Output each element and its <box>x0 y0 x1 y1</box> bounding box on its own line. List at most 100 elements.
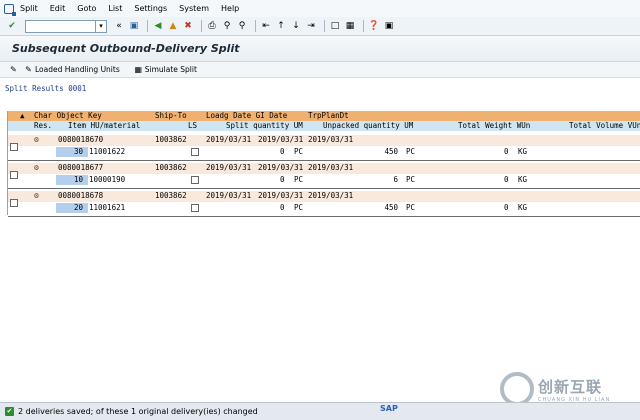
shortcut-icon[interactable]: ▦ <box>344 20 356 32</box>
item-highlight <box>56 147 88 157</box>
toolbar-separator <box>147 20 148 32</box>
loaded-handling-units-label: Loaded Handling Units <box>35 65 120 74</box>
col-total-volume: Total Volume VUn <box>569 121 640 130</box>
help-icon[interactable]: ❓ <box>368 20 380 32</box>
new-session-icon[interactable]: □ <box>329 20 341 32</box>
unpacked-quantity: 450 <box>384 203 398 212</box>
item-highlight <box>56 203 88 213</box>
edit-button[interactable]: ✎ <box>9 65 20 74</box>
ship-to: 1003862 <box>155 135 187 144</box>
standard-toolbar: ✔ ▾ « ▣ ◀ ▲ ✖ ⎙ ⚲ ⚲ ⇤ ↑ ↓ ⇥ □ ▦ ❓ ▣ <box>0 17 640 36</box>
expand-icon[interactable]: ▲ <box>20 111 25 121</box>
watermark-logo-icon <box>500 372 534 406</box>
object-key: 0080018677 <box>58 163 104 172</box>
find-icon[interactable]: ⚲ <box>221 20 233 32</box>
ls-checkbox[interactable] <box>191 176 199 184</box>
handling-unit-icon[interactable]: ⚙ <box>34 135 39 145</box>
row-select-checkbox[interactable] <box>10 199 18 207</box>
hu-material: 10000190 <box>89 175 126 184</box>
toolbar-separator <box>324 20 325 32</box>
handling-unit-icon[interactable]: ⚙ <box>34 191 39 201</box>
header-row-1: ▲ Char Object Key Ship-To Loadg Date GI … <box>8 111 640 121</box>
gi-date: 2019/03/31 <box>258 163 304 172</box>
ship-to: 1003862 <box>155 163 187 172</box>
hu-material: 11001621 <box>89 203 126 212</box>
menu-settings[interactable]: Settings <box>134 4 167 13</box>
table-row: ⚙ 0080018677 1003862 2019/03/31 2019/03/… <box>8 163 640 189</box>
exit-icon[interactable]: ▲ <box>167 20 179 32</box>
ls-checkbox[interactable] <box>191 204 199 212</box>
unpacked-um: PC <box>406 175 416 184</box>
page-title: Subsequent Outbound-Delivery Split <box>12 42 240 55</box>
menu-edit[interactable]: Edit <box>50 4 66 13</box>
back-icon[interactable]: ◀ <box>152 20 164 32</box>
header-row-2: Res. Item HU/material LS Split quantity … <box>8 121 640 131</box>
object-key: 0080018678 <box>58 191 104 200</box>
col-res: Res. <box>34 121 53 130</box>
row-select-checkbox[interactable] <box>10 143 18 151</box>
menu-app-icon[interactable] <box>4 3 16 16</box>
split-results-label: Split Results 0001 <box>5 84 87 93</box>
unpacked-um: PC <box>406 147 416 156</box>
split-um: PC <box>294 203 304 212</box>
handling-unit-icon[interactable]: ⚙ <box>34 163 39 173</box>
row-divider <box>8 216 640 217</box>
chevron-down-icon[interactable]: ▾ <box>95 20 106 32</box>
object-key: 0080018670 <box>58 135 104 144</box>
loaded-handling-units-button[interactable]: ✎ Loaded Handling Units <box>24 65 120 74</box>
item-number[interactable]: 20 <box>74 203 83 213</box>
prev-page-icon[interactable]: ↑ <box>275 20 287 32</box>
split-quantity: 0 <box>280 203 285 212</box>
row-divider <box>8 160 640 161</box>
col-trp-plan-dt: TrpPlanDt <box>308 111 349 120</box>
table-row: ⚙ 0080018678 1003862 2019/03/31 2019/03/… <box>8 191 640 217</box>
enter-icon[interactable]: ✔ <box>6 20 18 32</box>
col-unpacked-quantity: Unpacked quantity UM <box>323 121 414 130</box>
col-split-quantity: Split quantity UM <box>226 121 303 130</box>
col-ls: LS <box>188 121 198 130</box>
simulate-split-button[interactable]: ▦ Simulate Split <box>134 65 196 74</box>
menu-list[interactable]: List <box>108 4 122 13</box>
title-bar: Subsequent Outbound-Delivery Split <box>0 36 640 62</box>
split-um: PC <box>294 147 304 156</box>
trp-plan-date: 2019/03/31 <box>308 163 354 172</box>
menu-goto[interactable]: Goto <box>77 4 96 13</box>
print-icon[interactable]: ⎙ <box>206 20 218 32</box>
cancel-icon[interactable]: ✖ <box>182 20 194 32</box>
total-weight: 0 <box>504 175 509 184</box>
ship-to: 1003862 <box>155 191 187 200</box>
first-page-icon[interactable]: ⇤ <box>260 20 272 32</box>
row-divider <box>8 188 640 189</box>
split-um: PC <box>294 175 304 184</box>
loadg-date: 2019/03/31 <box>206 135 252 144</box>
gi-date: 2019/03/31 <box>258 191 304 200</box>
hu-material: 11001622 <box>89 147 126 156</box>
collapse-icon[interactable]: « <box>113 20 125 32</box>
save-icon[interactable]: ▣ <box>128 20 140 32</box>
watermark: 创新互联 CHUANG XIN HU LIAN <box>500 372 610 406</box>
ls-checkbox[interactable] <box>191 148 199 156</box>
command-field[interactable]: ▾ <box>25 19 107 33</box>
item-number[interactable]: 30 <box>74 147 83 157</box>
menu-system[interactable]: System <box>179 4 209 13</box>
customize-layout-icon[interactable]: ▣ <box>383 20 395 32</box>
loadg-date: 2019/03/31 <box>206 163 252 172</box>
item-number[interactable]: 10 <box>74 175 83 185</box>
menu-help[interactable]: Help <box>221 4 239 13</box>
total-weight: 0 <box>504 203 509 212</box>
item-highlight <box>56 175 88 185</box>
toolbar-separator <box>255 20 256 32</box>
gi-date: 2019/03/31 <box>258 135 304 144</box>
document-edit-icon: ✎ <box>25 65 32 74</box>
col-loadg-gi-date: Loadg Date GI Date <box>206 111 288 120</box>
menu-split[interactable]: Split <box>20 4 38 13</box>
status-message: 2 deliveries saved; of these 1 original … <box>18 407 258 416</box>
find-next-icon[interactable]: ⚲ <box>236 20 248 32</box>
toolbar-separator <box>201 20 202 32</box>
trp-plan-date: 2019/03/31 <box>308 135 354 144</box>
row-select-checkbox[interactable] <box>10 171 18 179</box>
last-page-icon[interactable]: ⇥ <box>305 20 317 32</box>
menu-bar: Split Edit Goto List Settings System Hel… <box>0 0 640 17</box>
col-ship-to: Ship-To <box>155 111 187 120</box>
next-page-icon[interactable]: ↓ <box>290 20 302 32</box>
